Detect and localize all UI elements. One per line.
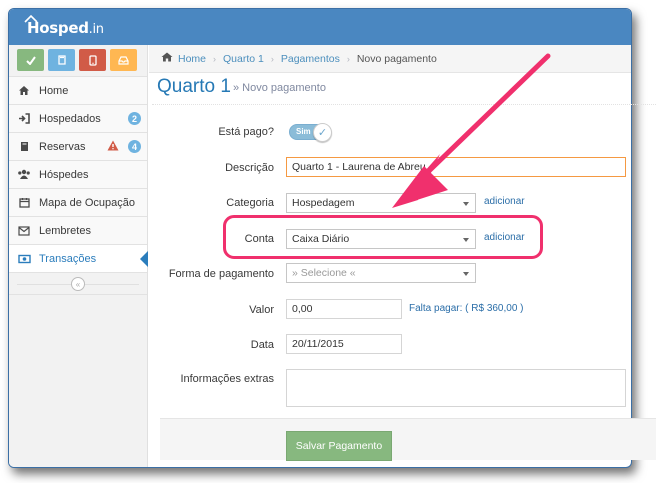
- forma-pagamento-label: Forma de pagamento: [168, 268, 274, 280]
- save-payment-button[interactable]: Salvar Pagamento: [286, 431, 392, 461]
- shortcut-book-button[interactable]: [48, 49, 75, 71]
- sidebar-item-home[interactable]: Home: [9, 77, 147, 105]
- descricao-label: Descrição: [225, 162, 274, 174]
- data-input[interactable]: 20/11/2015: [286, 334, 402, 354]
- chevron-right-icon: ›: [213, 53, 217, 64]
- home-icon: [161, 52, 173, 65]
- breadcrumb-quarto[interactable]: Quarto 1: [223, 53, 264, 65]
- count-badge: 2: [128, 112, 141, 125]
- calendar-icon: [17, 197, 31, 208]
- chevron-right-icon: ›: [346, 53, 350, 64]
- sidebar-item-label: Reservas: [39, 140, 86, 153]
- app-logo[interactable]: Hosped.in: [27, 19, 104, 37]
- sidebar-item-lembretes[interactable]: Lembretes: [9, 217, 147, 245]
- sidebar-item-label: Hóspedes: [39, 168, 89, 181]
- pago-toggle[interactable]: Sim ✓: [289, 123, 332, 142]
- breadcrumb: Home › Quarto 1 › Pagamentos › Novo paga…: [149, 45, 631, 73]
- warning-icon: [107, 140, 119, 151]
- page-title: Quarto 1: [157, 76, 231, 97]
- form-actions: [160, 418, 656, 460]
- chevron-right-icon: ›: [270, 53, 274, 64]
- phone-icon: [88, 54, 97, 66]
- categoria-label: Categoria: [226, 197, 274, 209]
- header-divider: [152, 104, 656, 105]
- book-icon: [57, 55, 66, 65]
- inbox-icon: [118, 55, 129, 65]
- envelope-icon: [17, 225, 31, 236]
- breadcrumb-pagamentos[interactable]: Pagamentos: [281, 53, 340, 65]
- top-navbar: Hosped.in: [9, 9, 631, 45]
- sidebar-item-label: Home: [39, 84, 69, 97]
- categoria-select[interactable]: Hospedagem: [286, 193, 476, 213]
- money-icon: [17, 254, 31, 264]
- valor-label: Valor: [249, 304, 274, 316]
- book-icon: [17, 141, 31, 152]
- info-extras-textarea[interactable]: [286, 369, 626, 407]
- shortcut-check-button[interactable]: [17, 49, 44, 71]
- sidebar-item-label: Hospedados: [39, 112, 101, 125]
- sidebar-item-hospedados[interactable]: Hospedados 2: [9, 105, 147, 133]
- info-extras-label: Informações extras: [180, 373, 274, 385]
- pago-label: Está pago?: [218, 126, 274, 138]
- page-subtitle: » Novo pagamento: [233, 82, 326, 94]
- double-chevron-left-icon[interactable]: «: [71, 277, 85, 291]
- breadcrumb-home[interactable]: Home: [178, 53, 206, 65]
- falta-pagar-text: Falta pagar: ( R$ 360,00 ): [409, 303, 524, 314]
- home-icon: [17, 85, 31, 96]
- shortcut-inbox-button[interactable]: [110, 49, 137, 71]
- sidebar-collapse: «: [9, 273, 147, 295]
- sidebar-item-label: Transações: [39, 252, 97, 265]
- shortcut-phone-button[interactable]: [79, 49, 106, 71]
- count-badge: 4: [128, 140, 141, 153]
- sidebar-item-reservas[interactable]: Reservas 4: [9, 133, 147, 161]
- annotation-highlight: [223, 215, 543, 259]
- logo-text: Hosped: [27, 19, 89, 37]
- check-icon: [25, 55, 36, 65]
- valor-input[interactable]: 0,00: [286, 299, 402, 319]
- toggle-label: Sim: [296, 127, 311, 136]
- descricao-input[interactable]: Quarto 1 - Laurena de Abreu: [286, 157, 626, 177]
- categoria-add-link[interactable]: adicionar: [484, 196, 525, 207]
- data-label: Data: [250, 339, 274, 351]
- sidebar-shortcuts: [9, 45, 147, 77]
- check-icon: ✓: [313, 123, 332, 142]
- forma-pagamento-select[interactable]: » Selecione «: [286, 263, 476, 283]
- breadcrumb-current: Novo pagamento: [356, 52, 437, 65]
- sidebar-item-transacoes[interactable]: Transações: [9, 245, 148, 273]
- sign-in-icon: [17, 113, 31, 124]
- sidebar-item-hospedes[interactable]: Hóspedes: [9, 161, 147, 189]
- sidebar-item-label: Mapa de Ocupação: [39, 196, 136, 209]
- sidebar-item-label: Lembretes: [39, 224, 91, 237]
- logo-suffix: .in: [88, 22, 104, 37]
- sidebar: Home Hospedados 2 Reservas 4 Hóspedes Ma…: [9, 45, 148, 467]
- users-icon: [17, 169, 31, 180]
- sidebar-item-mapa-ocupacao[interactable]: Mapa de Ocupação: [9, 189, 147, 217]
